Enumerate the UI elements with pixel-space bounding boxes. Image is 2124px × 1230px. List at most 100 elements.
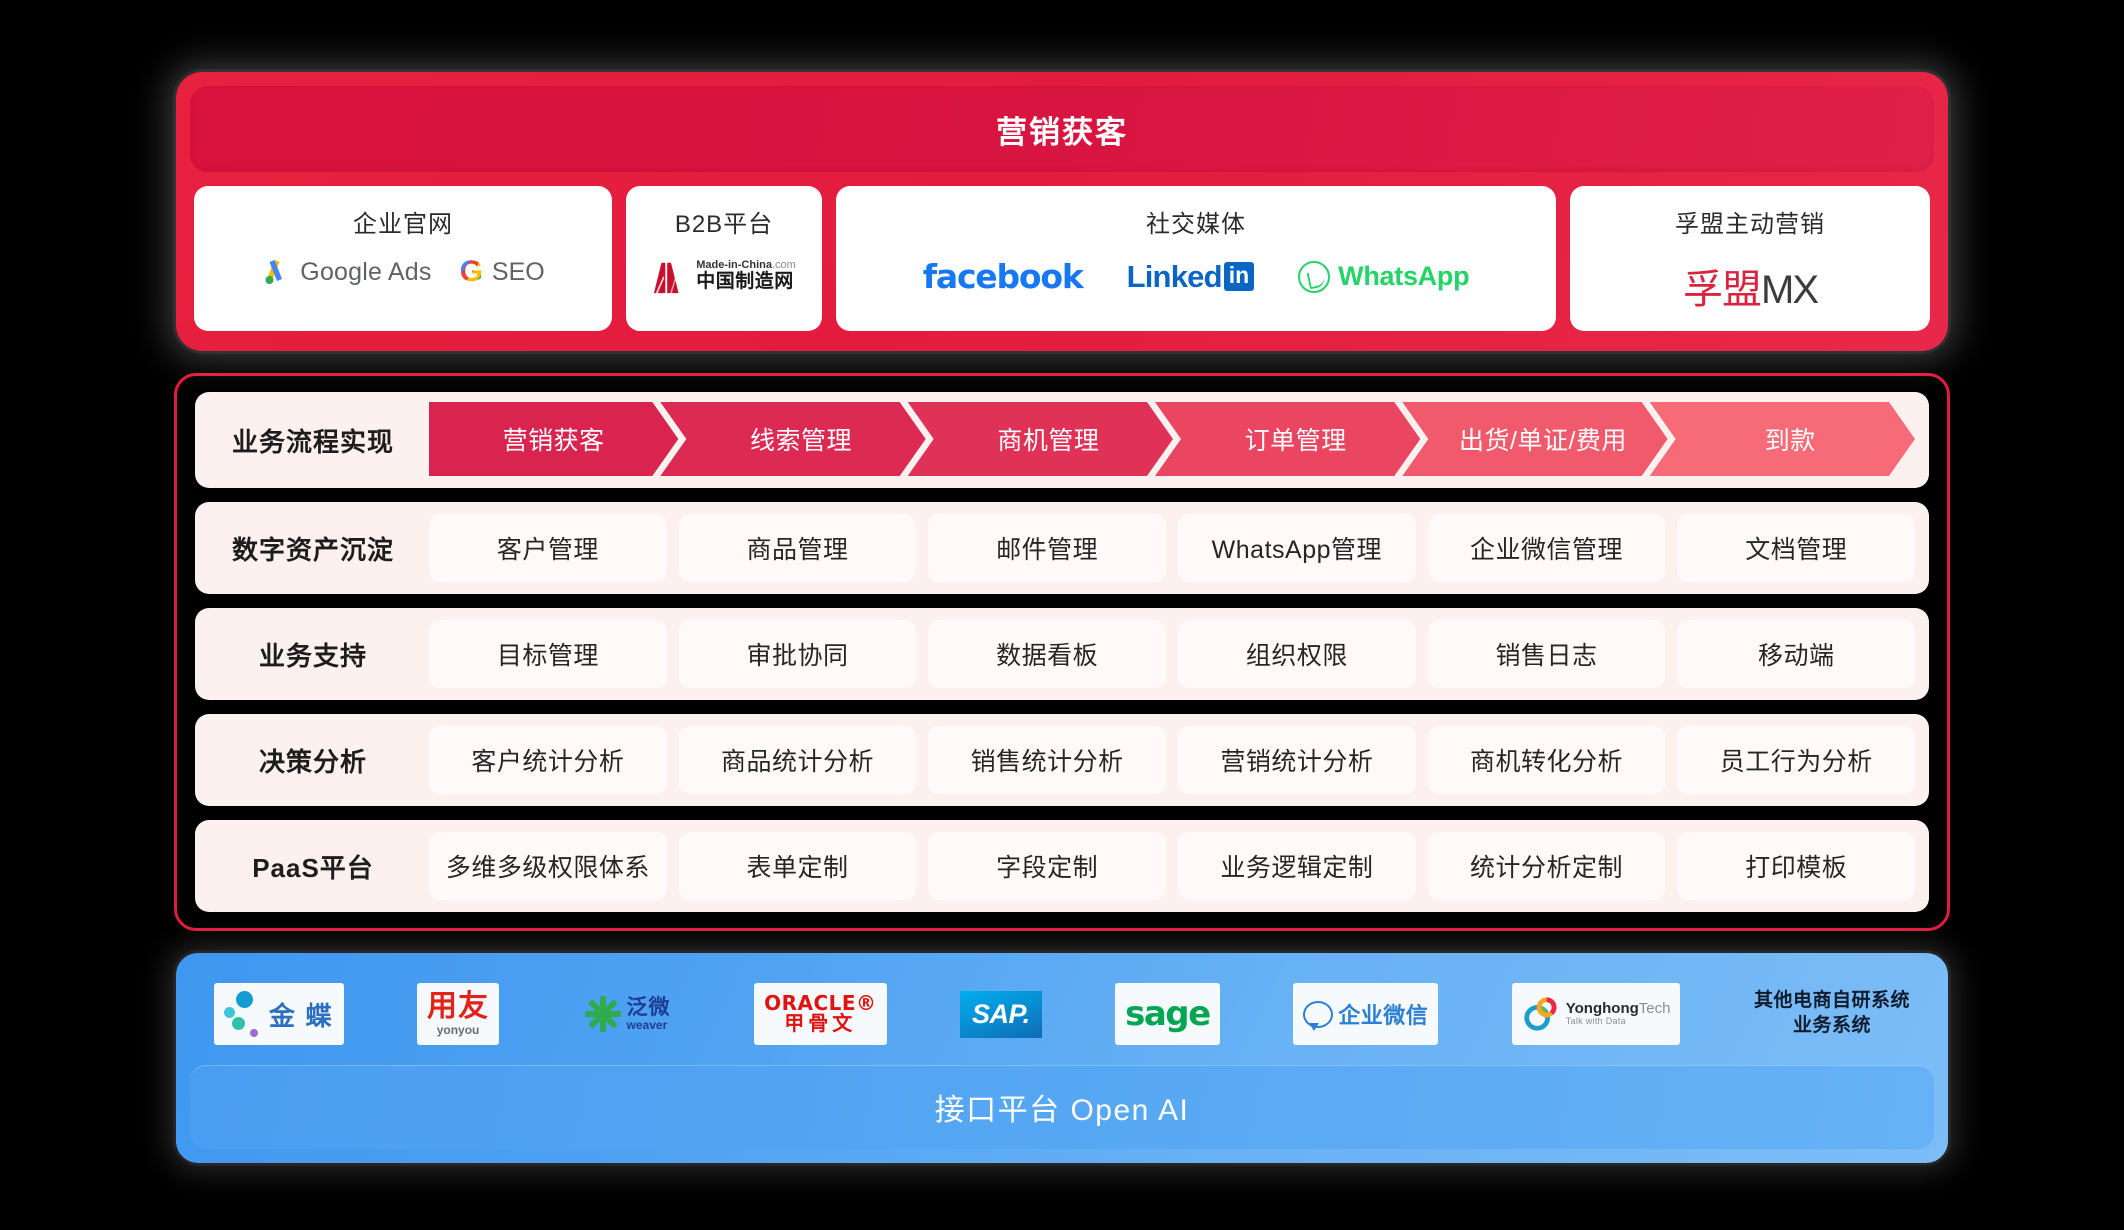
wecom-label: 企业微信 [1338,1003,1429,1028]
yonghong-tagline: Talk with Data [1565,1016,1626,1027]
partner-logo-row: 金 蝶 用友 yonyou 泛微 weaver ORACLE® 甲骨文 SAP.… [190,967,1934,1065]
yonyou-mark: 用友 yonyou [427,990,490,1037]
channel-card-fumeng[interactable]: 孚盟主动营销 孚盟 MX [1570,186,1930,331]
matrix-cell[interactable]: 业务逻辑定制 [1178,832,1416,900]
google-ads-logo: Google Ads [261,257,431,287]
fumeng-mx-en: MX [1761,268,1819,312]
flow-step-5[interactable]: 出货/单证/费用 [1402,402,1667,476]
matrix-cell[interactable]: 审批协同 [678,620,917,688]
capability-matrix: 业务流程实现 营销获客 线索管理 商机管理 订单管理 出货/单证/费用 到款 数… [174,373,1950,931]
matrix-cell[interactable]: 打印模板 [1677,832,1916,900]
channel-card-social[interactable]: 社交媒体 facebook Linked in WhatsApp [836,186,1556,331]
made-in-china-words: Made-in-China.com 中国制造网 [696,258,796,292]
seo-label: SEO [491,257,545,286]
matrix-row-label-digital-assets: 数字资产沉淀 [231,534,394,565]
sap-mark: SAP. [960,990,1042,1038]
matrix-row-digital-assets: 数字资产沉淀 客户管理 商品管理 邮件管理 WhatsApp管理 企业微信管理 … [195,502,1929,594]
matrix-cell[interactable]: 移动端 [1677,620,1916,688]
architecture-diagram: 营销获客 企业官网 Google Ads G SEO B2B平台 Made-in… [0,0,2124,1230]
fumeng-mx-logo: 孚盟 MX [1683,257,1819,315]
flow-step-3[interactable]: 商机管理 [908,402,1173,476]
flow-step-4[interactable]: 订单管理 [1155,402,1420,476]
oracle-en-label: ORACLE® [764,991,877,1015]
matrix-cell[interactable]: 邮件管理 [928,514,1167,582]
weaver-logo: 泛微 weaver [573,983,681,1045]
matrix-cell[interactable]: 商品统计分析 [678,726,917,794]
matrix-row-label-business-support: 业务支持 [258,640,367,671]
other-systems-line2: 业务系统 [1792,1015,1871,1036]
matrix-cells-business-support: 目标管理 审批协同 数据看板 组织权限 销售日志 移动端 [429,620,1916,688]
weaver-cn-label: 泛微 [626,995,671,1019]
matrix-cell[interactable]: 数据看板 [928,620,1167,688]
matrix-cell[interactable]: 营销统计分析 [1178,726,1416,794]
other-systems-note: 其他电商自研系统 业务系统 [1754,989,1910,1038]
open-api-banner: 接口平台 Open AI [190,1065,1934,1149]
channel-card-website[interactable]: 企业官网 Google Ads G SEO [194,186,612,331]
sap-logo: SAP. [960,983,1042,1045]
matrix-cell[interactable]: 客户管理 [429,514,667,582]
matrix-cell[interactable]: 多维多级权限体系 [429,832,667,900]
matrix-cells-decision-analysis: 客户统计分析 商品统计分析 销售统计分析 营销统计分析 商机转化分析 员工行为分… [429,726,1916,794]
kingdee-mark: 金 蝶 [224,989,334,1039]
matrix-cells-digital-assets: 客户管理 商品管理 邮件管理 WhatsApp管理 企业微信管理 文档管理 [429,514,1916,582]
open-api-banner-title: 接口平台 Open AI [934,1094,1190,1127]
matrix-cell[interactable]: 商品管理 [678,514,917,582]
oracle-logo: ORACLE® 甲骨文 [754,983,887,1045]
made-in-china-en: Made-in-China.com [696,258,796,271]
channel-card-row: 企业官网 Google Ads G SEO B2B平台 Made-in-Chin… [176,172,1948,337]
marketing-acquisition-block: 营销获客 企业官网 Google Ads G SEO B2B平台 Made-in… [176,72,1948,351]
wecom-bubble-icon [1303,1000,1334,1031]
matrix-cell[interactable]: 销售统计分析 [928,726,1167,794]
yonyou-cn-label: 用友 [427,990,490,1023]
sage-label: sage [1125,994,1211,1034]
yonghong-mark: YonghongTech Talk with Data [1522,995,1671,1033]
channel-logos-fumeng: 孚盟 MX [1683,257,1819,315]
weaver-star-icon [584,996,621,1032]
yonghong-tech-logo: YonghongTech Talk with Data [1511,983,1681,1045]
google-ads-icon [265,260,283,284]
whatsapp-logo: WhatsApp [1298,260,1470,293]
weaver-en-label: weaver [626,1017,668,1032]
kingdee-logo: 金 蝶 [214,983,344,1045]
matrix-row-decision-analysis: 决策分析 客户统计分析 商品统计分析 销售统计分析 营销统计分析 商机转化分析 … [195,714,1929,806]
matrix-cell[interactable]: WhatsApp管理 [1178,514,1416,582]
channel-logos-social: facebook Linked in WhatsApp [923,257,1470,296]
channel-title-fumeng: 孚盟主动营销 [1675,211,1825,238]
matrix-row-business-support: 业务支持 目标管理 审批协同 数据看板 组织权限 销售日志 移动端 [195,608,1929,700]
made-in-china-logo: Made-in-China.com 中国制造网 [652,257,796,295]
integration-block: 金 蝶 用友 yonyou 泛微 weaver ORACLE® 甲骨文 SAP.… [176,953,1948,1163]
matrix-row-label-paas: PaaS平台 [252,852,374,883]
facebook-logo: facebook [922,257,1084,296]
matrix-cell[interactable]: 统计分析定制 [1427,832,1666,900]
google-g-icon: G [459,255,483,288]
flow-step-1[interactable]: 营销获客 [429,402,678,476]
channel-card-b2b[interactable]: B2B平台 Made-in-China.com 中国制造网 [626,186,822,331]
other-systems-line1: 其他电商自研系统 [1753,990,1910,1012]
matrix-cell[interactable]: 销售日志 [1427,620,1666,688]
matrix-row-process: 业务流程实现 营销获客 线索管理 商机管理 订单管理 出货/单证/费用 到款 [195,392,1929,488]
weaver-mark: 泛微 weaver [583,994,671,1034]
matrix-cell[interactable]: 客户统计分析 [429,726,667,794]
matrix-cell[interactable]: 组织权限 [1178,620,1416,688]
matrix-row-paas: PaaS平台 多维多级权限体系 表单定制 字段定制 业务逻辑定制 统计分析定制 … [195,820,1929,912]
oracle-cn-label: 甲骨文 [784,1013,857,1035]
oracle-mark: ORACLE® 甲骨文 [764,993,876,1035]
kingdee-label: 金 蝶 [269,1001,334,1031]
yonghong-ring-icon [1524,997,1557,1031]
channel-title-b2b: B2B平台 [674,211,774,238]
matrix-cell[interactable]: 目标管理 [429,620,667,688]
matrix-cell[interactable]: 字段定制 [928,832,1167,900]
matrix-cell[interactable]: 员工行为分析 [1677,726,1916,794]
matrix-cell[interactable]: 企业微信管理 [1427,514,1666,582]
flow-step-2[interactable]: 线索管理 [660,402,925,476]
matrix-cell[interactable]: 文档管理 [1677,514,1916,582]
matrix-cell[interactable]: 表单定制 [678,832,917,900]
flow-step-6[interactable]: 到款 [1650,402,1915,476]
yonghong-main-label: YonghongTech [1565,999,1671,1017]
kingdee-dots-icon [224,989,264,1039]
linkedin-word: Linked [1126,258,1223,294]
matrix-row-label-decision-analysis: 决策分析 [258,746,367,777]
matrix-cell[interactable]: 商机转化分析 [1427,726,1666,794]
matrix-cells-paas: 多维多级权限体系 表单定制 字段定制 业务逻辑定制 统计分析定制 打印模板 [429,832,1916,900]
channel-title-website: 企业官网 [353,211,453,238]
